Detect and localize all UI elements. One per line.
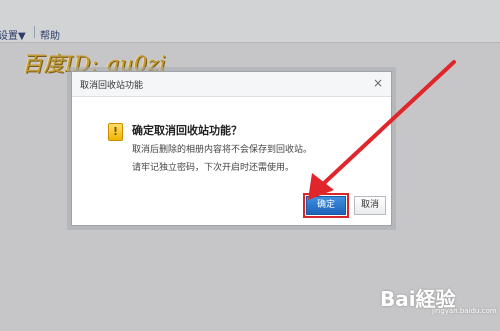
annotation-arrow	[308, 60, 456, 200]
baidu-jingyan-url: jingyan.baidu.com	[432, 307, 497, 315]
arrow-shaft	[320, 60, 456, 187]
